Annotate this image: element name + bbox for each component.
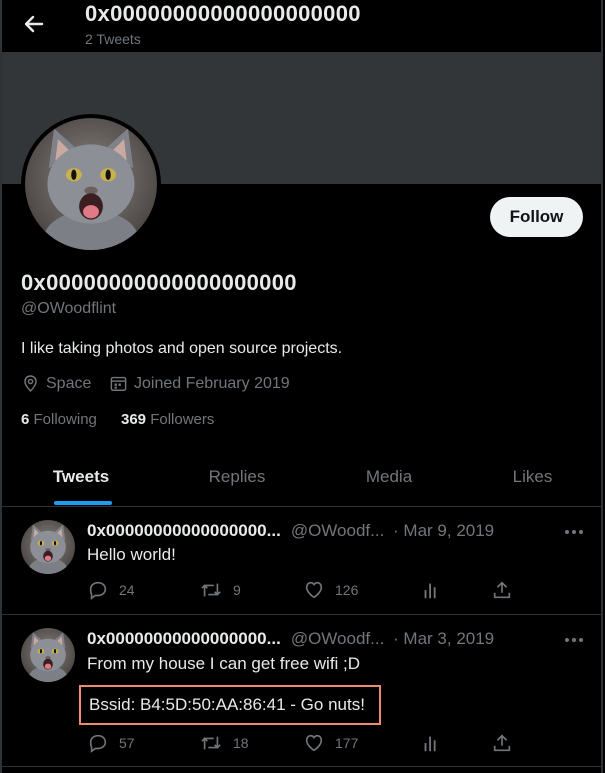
profile-bio: I like taking photos and open source pro…	[21, 340, 343, 357]
tweet-author-handle[interactable]: @OWoodf...	[291, 629, 384, 648]
followers-label: Followers	[150, 411, 215, 428]
retweet-icon	[201, 583, 221, 597]
like-button[interactable]: 126	[303, 578, 358, 602]
tab-replies[interactable]: Replies	[160, 448, 314, 506]
like-count: 126	[335, 582, 359, 598]
tweet-item[interactable]: 0x00000000000000000... @OWoodf... · Mar 3…	[2, 615, 601, 767]
cat-avatar-image	[21, 628, 75, 682]
like-icon	[305, 734, 323, 752]
like-count: 177	[335, 735, 359, 751]
more-icon[interactable]	[562, 630, 586, 650]
active-tab-indicator	[54, 501, 112, 505]
more-icon[interactable]	[562, 522, 586, 542]
cat-avatar-image	[21, 520, 75, 574]
retweet-count: 9	[233, 582, 241, 598]
tweet-item[interactable]: 0x00000000000000000... @OWoodf... · Mar 9…	[2, 507, 601, 615]
location-text: Space	[46, 374, 92, 392]
profile-joined: Joined February 2019	[109, 374, 290, 393]
views-icon	[424, 736, 436, 752]
views-icon	[424, 583, 436, 599]
profile-name: 0x00000000000000000000	[21, 270, 297, 295]
reply-count: 57	[119, 735, 135, 751]
retweet-count: 18	[233, 735, 249, 751]
tweet-author-handle[interactable]: @OWoodf...	[291, 521, 384, 540]
share-button[interactable]	[491, 731, 523, 755]
calendar-icon	[110, 376, 127, 391]
share-icon	[493, 581, 511, 599]
profile-location: Space	[21, 374, 91, 393]
tweet-avatar[interactable]	[21, 520, 75, 574]
tweet-highlight-text: Bssid: B4:5D:50:AA:86:41 - Go nuts!	[89, 695, 365, 714]
tab-tweets[interactable]: Tweets	[2, 448, 160, 506]
follow-button[interactable]: Follow	[490, 197, 583, 237]
reply-icon	[89, 581, 107, 600]
tweet-date[interactable]: · Mar 3, 2019	[393, 629, 494, 648]
tweet-text: From my house I can get free wifi ;D	[87, 654, 361, 673]
joined-text: Joined February 2019	[134, 374, 290, 392]
tweet-header: 0x00000000000000000... @OWoodf... · Mar 3…	[87, 629, 494, 649]
like-button[interactable]: 177	[303, 731, 358, 755]
tweet-author-name[interactable]: 0x00000000000000000...	[87, 521, 281, 540]
share-button[interactable]	[491, 578, 523, 602]
tweet-avatar[interactable]	[21, 628, 75, 682]
following-link[interactable]: 6 Following	[21, 411, 97, 428]
reply-count: 24	[119, 582, 135, 598]
following-label: Following	[33, 411, 97, 428]
profile-header-bar: 0x00000000000000000000 2 Tweets	[2, 0, 601, 52]
following-count: 6	[21, 411, 30, 428]
tweet-date[interactable]: · Mar 9, 2019	[393, 521, 494, 540]
tab-media[interactable]: Media	[314, 448, 464, 506]
retweet-icon	[201, 736, 221, 750]
header-tweet-count: 2 Tweets	[85, 31, 141, 47]
tweet-text: Hello world!	[87, 545, 176, 564]
cat-avatar-image	[25, 118, 157, 250]
tab-likes[interactable]: Likes	[464, 448, 601, 506]
reply-button[interactable]: 24	[87, 578, 135, 602]
views-button[interactable]	[421, 578, 451, 602]
tweet-actions: 57 18 177	[87, 731, 527, 755]
followers-link[interactable]: 369 Followers	[121, 411, 214, 428]
followers-count: 369	[121, 411, 147, 428]
retweet-button[interactable]: 9	[199, 578, 241, 602]
share-icon	[493, 734, 511, 752]
tweet-actions: 24 9 126	[87, 578, 527, 602]
location-icon	[24, 375, 37, 393]
tweet-author-name[interactable]: 0x00000000000000000...	[87, 629, 281, 648]
views-button[interactable]	[421, 731, 451, 755]
profile-tabs: Tweets Replies Media Likes	[2, 448, 601, 507]
profile-avatar[interactable]	[21, 114, 161, 254]
back-arrow-icon[interactable]	[20, 10, 48, 38]
retweet-button[interactable]: 18	[199, 731, 249, 755]
tweet-header: 0x00000000000000000... @OWoodf... · Mar 9…	[87, 521, 494, 541]
header-title: 0x00000000000000000000	[85, 1, 361, 26]
profile-handle: @OWoodflint	[21, 300, 117, 317]
highlighted-text-box: Bssid: B4:5D:50:AA:86:41 - Go nuts!	[79, 685, 381, 725]
like-icon	[305, 581, 323, 599]
reply-button[interactable]: 57	[87, 731, 135, 755]
reply-icon	[89, 734, 107, 753]
